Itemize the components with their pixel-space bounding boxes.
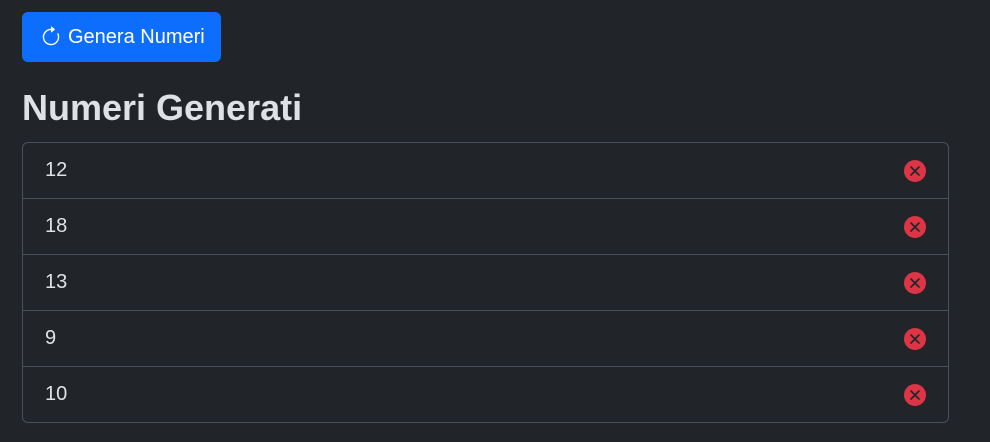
x-circle-icon[interactable] xyxy=(903,215,927,239)
x-circle-icon[interactable] xyxy=(903,383,927,407)
list-item: 18 xyxy=(23,198,948,254)
app-root: Genera Numeri Numeri Generati 12 18 13 9 10 xyxy=(0,0,990,442)
generate-numbers-button[interactable]: Genera Numeri xyxy=(22,12,221,62)
refresh-icon xyxy=(40,26,62,48)
page-title: Numeri Generati xyxy=(22,87,303,128)
number-value: 12 xyxy=(45,159,68,181)
number-value: 18 xyxy=(45,215,68,237)
x-circle-icon[interactable] xyxy=(903,159,927,183)
number-value: 13 xyxy=(45,271,68,293)
list-item: 9 xyxy=(23,310,948,366)
list-item: 10 xyxy=(23,366,948,422)
list-item: 12 xyxy=(23,143,948,198)
x-circle-icon[interactable] xyxy=(903,271,927,295)
number-value: 10 xyxy=(45,383,68,405)
generate-numbers-label: Genera Numeri xyxy=(68,25,205,48)
list-item: 13 xyxy=(23,254,948,310)
number-value: 9 xyxy=(45,327,57,349)
numbers-list: 12 18 13 9 10 xyxy=(22,142,949,423)
x-circle-icon[interactable] xyxy=(903,327,927,351)
